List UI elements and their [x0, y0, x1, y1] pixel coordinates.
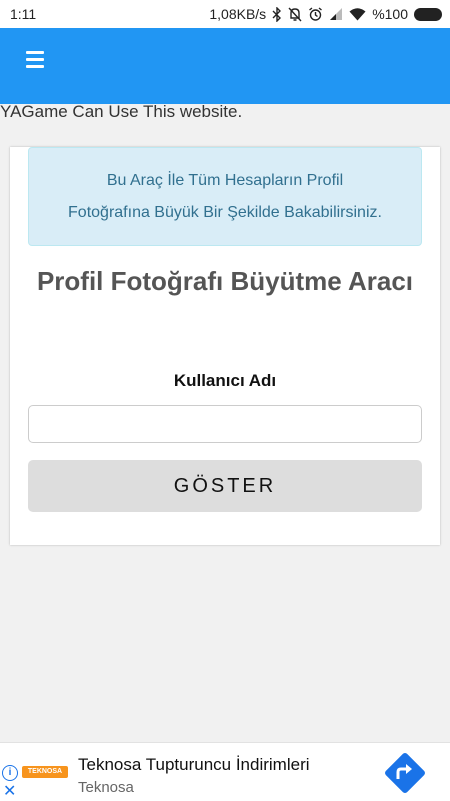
wifi-icon — [349, 6, 366, 22]
alarm-icon — [308, 6, 323, 22]
status-time: 1:11 — [10, 6, 37, 22]
tool-card: Bu Araç İle Tüm Hesapların Profil Fotoğr… — [10, 147, 440, 545]
show-button[interactable]: GÖSTER — [28, 460, 422, 512]
username-input[interactable] — [28, 405, 422, 443]
directions-arrow-icon[interactable] — [383, 751, 427, 795]
page-title: Profil Fotoğrafı Büyütme Aracı — [36, 266, 414, 296]
ad-close-icon[interactable]: ✕ — [3, 781, 16, 801]
signal-icon — [329, 6, 343, 22]
status-bar: 1:11 1,08KB/s %100 — [0, 0, 450, 28]
info-text: YAGame Can Use This website. — [0, 102, 243, 121]
ad-logo: TEKNOSA — [22, 766, 68, 778]
network-speed: 1,08KB/s — [209, 6, 267, 22]
ad-title[interactable]: Teknosa Tupturuncu İndirimleri — [78, 755, 310, 775]
ad-subtitle: Teknosa — [78, 779, 134, 796]
bluetooth-icon — [272, 6, 282, 22]
app-bar — [0, 28, 450, 104]
ad-banner[interactable]: i ✕ TEKNOSA Teknosa Tupturuncu İndirimle… — [0, 742, 450, 801]
alert-line-1: Bu Araç İle Tüm Hesapların Profil — [106, 172, 344, 189]
info-alert: Bu Araç İle Tüm Hesapların Profil Fotoğr… — [28, 147, 422, 246]
alert-line-2: Fotoğrafına Büyük Bir Şekilde Bakabilirs… — [68, 204, 382, 221]
battery-icon — [414, 7, 442, 21]
username-label: Kullanıcı Adı — [173, 371, 277, 390]
ad-info-icon[interactable]: i — [2, 765, 18, 781]
bell-off-icon — [288, 6, 302, 22]
hamburger-menu-icon[interactable] — [26, 42, 64, 76]
battery-percent: %100 — [372, 6, 408, 22]
